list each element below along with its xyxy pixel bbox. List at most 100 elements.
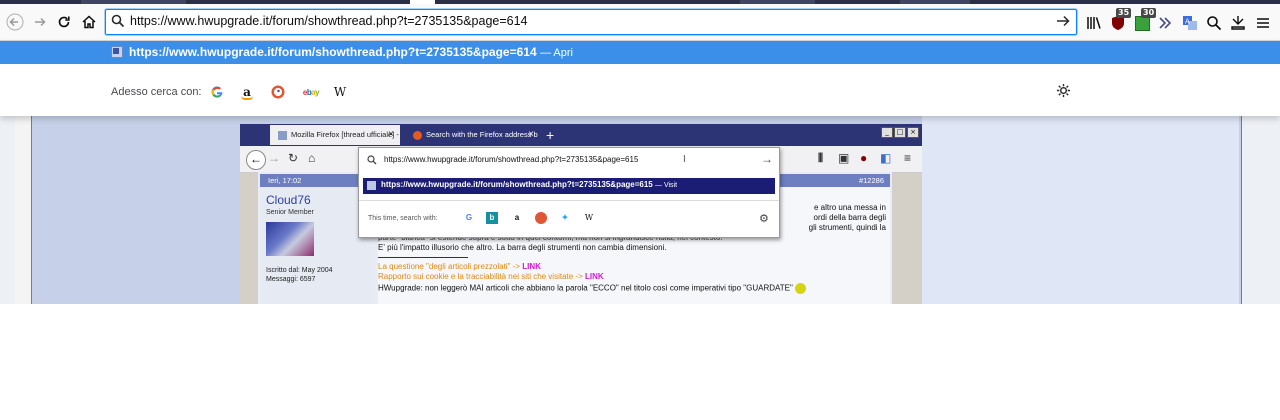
address-text[interactable]: https://www.hwupgrade.it/forum/showthrea… bbox=[130, 14, 528, 28]
save-to-pocket-button[interactable] bbox=[1227, 12, 1249, 34]
embedded-reload-icon: ↻ bbox=[288, 151, 299, 165]
suggestion-action: — Apri bbox=[539, 47, 573, 59]
post-message-count: Messaggi: 6597 bbox=[266, 276, 316, 283]
embedded-screenshot: Mozilla Firefox [thread ufficiale] - × S… bbox=[240, 124, 922, 304]
forward-button[interactable] bbox=[28, 10, 52, 34]
wikipedia-engine-button[interactable]: W bbox=[330, 82, 350, 102]
new-tab-icon: + bbox=[546, 127, 555, 143]
post-line: e altro una messa in bbox=[813, 203, 886, 212]
extension-badge: 30 bbox=[1141, 8, 1157, 18]
firefox-favicon-icon bbox=[413, 130, 422, 140]
back-button[interactable] bbox=[3, 10, 27, 34]
embedded-forward-icon: → bbox=[268, 151, 280, 165]
embedded-url-popup: https://www.hwupgrade.it/forum/showthrea… bbox=[358, 147, 780, 238]
back-arrow-icon bbox=[6, 13, 24, 31]
send-button[interactable] bbox=[1155, 12, 1177, 34]
signature-link: LINK bbox=[585, 272, 604, 281]
maximize-icon: □ bbox=[894, 127, 906, 138]
reload-button[interactable] bbox=[52, 10, 76, 34]
library-icon bbox=[1087, 17, 1101, 29]
library-button[interactable] bbox=[1083, 12, 1105, 34]
search-with-label: Adesso cerca con: bbox=[111, 86, 202, 98]
post-line: E' più l'impatto illusorio che altro. La… bbox=[378, 243, 667, 252]
home-icon bbox=[82, 15, 96, 29]
google-icon bbox=[211, 86, 223, 98]
close-tab-icon: × bbox=[388, 129, 394, 140]
embedded-wikipedia-icon: W bbox=[584, 213, 594, 222]
search-settings-gear-icon[interactable] bbox=[1056, 83, 1071, 98]
minimize-icon: _ bbox=[881, 127, 893, 138]
send-arrows-icon bbox=[1159, 17, 1172, 29]
one-off-search-bar: Adesso cerca con: a ebay W bbox=[0, 64, 1280, 116]
embedded-suggestion-url: https://www.hwupgrade.it/forum/showthrea… bbox=[381, 180, 653, 189]
reload-icon bbox=[58, 16, 70, 28]
forum-favicon-icon bbox=[278, 130, 287, 140]
forward-arrow-icon bbox=[35, 17, 46, 27]
embedded-twitter-icon: ✦ bbox=[561, 213, 569, 222]
duckduckgo-icon bbox=[271, 85, 285, 99]
embedded-tab-2: Search with the Firefox address b × bbox=[405, 125, 540, 145]
embedded-address-bar: https://www.hwupgrade.it/forum/showthrea… bbox=[363, 152, 775, 170]
amazon-engine-button[interactable]: a bbox=[237, 82, 257, 102]
embedded-search-icon bbox=[367, 155, 377, 165]
search-icon bbox=[111, 14, 125, 28]
hamburger-menu-icon bbox=[1257, 18, 1269, 28]
embedded-home-icon: ⌂ bbox=[308, 151, 316, 165]
web-page-content: Mozilla Firefox [thread ufficiale] - × S… bbox=[0, 116, 1280, 304]
home-button[interactable] bbox=[77, 10, 101, 34]
embedded-address-text: https://www.hwupgrade.it/forum/showthrea… bbox=[384, 155, 639, 164]
embedded-tab-strip: Mozilla Firefox [thread ufficiale] - × S… bbox=[240, 124, 922, 146]
duckduckgo-engine-button[interactable] bbox=[268, 82, 288, 102]
url-suggestion-row[interactable]: https://www.hwupgrade.it/forum/showthrea… bbox=[0, 41, 1280, 64]
translate-icon: A bbox=[1183, 16, 1197, 30]
signature-divider bbox=[378, 257, 468, 258]
site-favicon-icon bbox=[111, 46, 123, 58]
post-line: gli strumenti, quindi la bbox=[808, 223, 886, 232]
embedded-search-with-label: This time, search with: bbox=[368, 215, 438, 222]
menu-button[interactable] bbox=[1252, 12, 1274, 34]
text-cursor-icon: I bbox=[683, 154, 686, 165]
embedded-settings-gear-icon: ⚙ bbox=[759, 213, 769, 225]
window-controls: _ □ × bbox=[881, 127, 919, 138]
blank-area bbox=[0, 304, 1280, 420]
embedded-tab-1-label: Mozilla Firefox [thread ufficiale] - bbox=[291, 130, 399, 139]
embedded-one-off-search-bar: This time, search with: G b a ✦ W ⚙ bbox=[359, 200, 779, 238]
amazon-smile-icon bbox=[241, 96, 253, 100]
close-window-icon: × bbox=[907, 127, 919, 138]
post-username: Cloud76 bbox=[266, 193, 311, 207]
navigation-toolbar: https://www.hwupgrade.it/forum/showthrea… bbox=[0, 4, 1280, 41]
google-engine-button[interactable] bbox=[207, 82, 227, 102]
translate-button[interactable]: A bbox=[1179, 12, 1201, 34]
ebay-engine-button[interactable]: ebay bbox=[300, 82, 322, 102]
embedded-suggestion-row: https://www.hwupgrade.it/forum/showthrea… bbox=[363, 178, 775, 194]
find-button[interactable] bbox=[1203, 12, 1225, 34]
post-number: #12286 bbox=[858, 176, 884, 185]
ublock-badge: 35 bbox=[1116, 8, 1132, 18]
suggestion-text: https://www.hwupgrade.it/forum/showthrea… bbox=[129, 45, 573, 59]
embedded-sidebar-icon: ▣ bbox=[838, 151, 850, 165]
ublock-button[interactable]: 35 bbox=[1107, 8, 1132, 34]
embedded-tab-2-label: Search with the Firefox address b bbox=[426, 130, 538, 139]
embedded-duckduckgo-icon bbox=[535, 212, 547, 224]
embedded-extension-icon: ◧ bbox=[880, 151, 892, 165]
signature-line-1: La questione "degli articoli prezzolati"… bbox=[378, 262, 541, 271]
embedded-library-icon: ⫴ bbox=[818, 151, 824, 165]
close-tab-icon: × bbox=[528, 129, 534, 140]
embedded-suggestion-action: — Visit bbox=[655, 182, 678, 189]
magnifier-icon bbox=[1207, 16, 1222, 31]
embedded-amazon-icon: a bbox=[514, 213, 520, 222]
download-tray-icon bbox=[1231, 16, 1245, 30]
post-joined-date: Iscritto dal: May 2004 bbox=[266, 267, 333, 274]
avatar bbox=[266, 222, 314, 256]
url-suggestion-popup: https://www.hwupgrade.it/forum/showthrea… bbox=[0, 41, 1280, 116]
post-line: ordi della barra degli bbox=[813, 213, 887, 222]
embedded-google-icon: G bbox=[465, 213, 473, 222]
go-arrow-icon[interactable] bbox=[1056, 15, 1070, 27]
smiley-icon bbox=[794, 283, 806, 294]
wikipedia-icon: W bbox=[333, 85, 347, 99]
address-bar[interactable]: https://www.hwupgrade.it/forum/showthrea… bbox=[105, 9, 1077, 35]
post-user-box: Cloud76 Senior Member Iscritto dal: May … bbox=[260, 187, 372, 304]
embedded-tab-1: Mozilla Firefox [thread ufficiale] - × bbox=[270, 125, 400, 145]
extension-green-button[interactable]: 30 bbox=[1131, 8, 1157, 34]
embedded-ublock-icon: ● bbox=[860, 151, 868, 165]
